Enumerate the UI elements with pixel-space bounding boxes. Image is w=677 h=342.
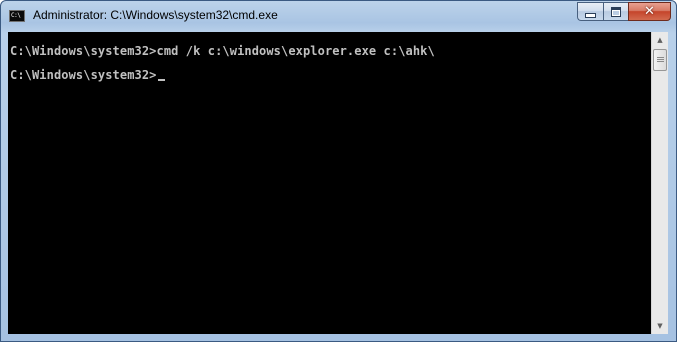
maximize-icon [611,6,621,17]
console-prompt-line: C:\Windows\system32> [10,68,165,82]
minimize-button[interactable] [577,2,603,21]
maximize-button[interactable] [603,2,628,21]
console-line: C:\Windows\system32>cmd /k c:\windows\ex… [10,44,435,58]
close-icon: ✕ [644,4,655,19]
text-cursor [157,79,165,81]
thumb-grip [657,59,664,60]
cmd-console-icon[interactable]: C:\ [9,10,25,22]
console-output[interactable]: C:\Windows\system32>cmd /k c:\windows\ex… [8,32,651,334]
minimize-icon [585,12,596,18]
thumb-grip [657,61,664,62]
scroll-down-arrow-icon[interactable]: ▼ [652,318,668,334]
cmd-window: C:\ Administrator: C:\Windows\system32\c… [0,0,677,342]
caption-buttons: ✕ [577,2,671,22]
close-button[interactable]: ✕ [628,2,671,21]
scroll-up-arrow-icon[interactable]: ▲ [652,32,668,48]
thumb-grip [657,57,664,58]
vertical-scrollbar[interactable]: ▲ ▼ [651,32,668,334]
window-title: Administrator: C:\Windows\system32\cmd.e… [33,8,278,22]
scrollbar-thumb[interactable] [653,49,667,71]
console-prompt: C:\Windows\system32> [10,68,157,82]
title-bar[interactable]: C:\ Administrator: C:\Windows\system32\c… [1,1,676,31]
